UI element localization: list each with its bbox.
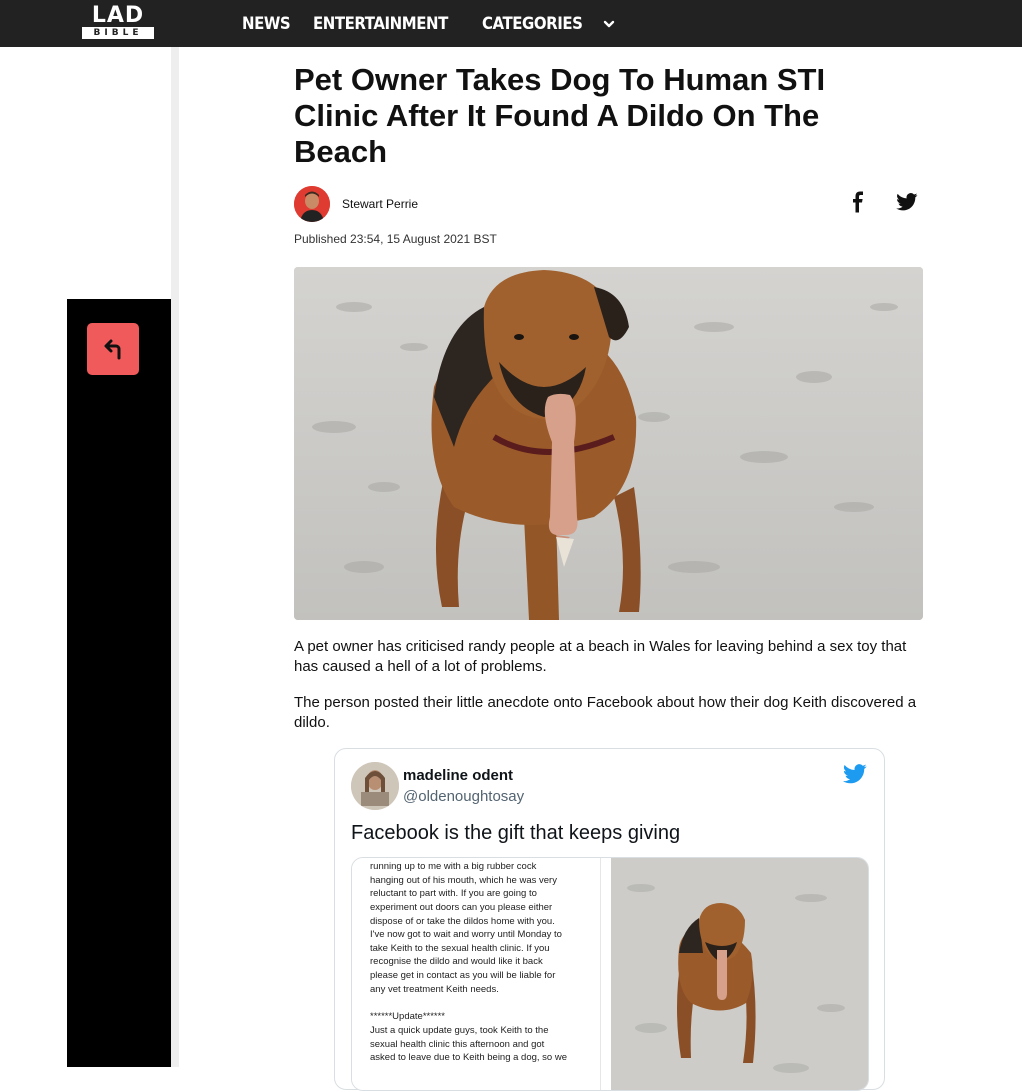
facebook-post-screenshot: running up to me with a big rubber cock …: [352, 858, 601, 1090]
screenshot-line: recognise the dildo and would like it ba…: [370, 956, 543, 967]
screenshot-line: I've now got to wait and worry until Mon…: [370, 929, 562, 940]
screenshot-line: asked to leave due to Keith being a dog,…: [370, 1052, 567, 1063]
author-name[interactable]: Stewart Perrie: [342, 197, 418, 211]
tweet-author-name[interactable]: madeline odent: [403, 767, 513, 784]
main-nav: NEWS ENTERTAINMENT CATEGORIES: [242, 0, 616, 47]
screenshot-line: ******Update******: [370, 1011, 445, 1022]
screenshot-line: sexual health clinic this afternoon and …: [370, 1039, 545, 1050]
screenshot-line: running up to me with a big rubber cock: [370, 861, 537, 872]
screenshot-line: any vet treatment Keith needs.: [370, 984, 499, 995]
logo-text-top: LAD: [91, 3, 145, 28]
embedded-tweet[interactable]: madeline odent @oldenoughtosay Facebook …: [334, 748, 885, 1091]
tweet-author-handle[interactable]: @oldenoughtosay: [403, 788, 524, 805]
screenshot-line: take Keith to the sexual health clinic. …: [370, 943, 550, 954]
article-hero-image: [294, 267, 923, 620]
nav-categories-dropdown[interactable]: CATEGORIES: [482, 14, 616, 34]
nav-news-link[interactable]: NEWS: [242, 14, 291, 34]
nav-categories-link[interactable]: CATEGORIES: [482, 14, 583, 34]
logo-text-bottom: BIBLE: [82, 27, 154, 39]
tweet-media[interactable]: running up to me with a big rubber cock …: [351, 857, 869, 1091]
twitter-bird-icon[interactable]: [843, 764, 867, 784]
nav-entertainment-link[interactable]: ENTERTAINMENT: [313, 14, 448, 34]
article-paragraph-1: A pet owner has criticised randy people …: [294, 638, 907, 675]
tweet-dog-photo[interactable]: [611, 858, 868, 1090]
ladbible-logo[interactable]: LAD BIBLE: [82, 3, 154, 40]
chevron-down-icon: [604, 20, 615, 27]
article-paragraph-2: The person posted their little anecdote …: [294, 694, 917, 731]
screenshot-line: hanging out of his mouth, which he was v…: [370, 875, 557, 886]
author-avatar[interactable]: [294, 186, 330, 222]
article-headline: Pet Owner Takes Dog To Human STI Clinic …: [294, 62, 826, 169]
tweet-text: Facebook is the gift that keeps giving: [351, 822, 681, 844]
sidebar-panel: [67, 299, 171, 1067]
published-date: Published 23:54, 15 August 2021 BST: [294, 232, 497, 246]
tweet-author-avatar[interactable]: [351, 762, 399, 810]
screenshot-line: reluctant to part with. If you are going…: [370, 888, 537, 899]
facebook-icon[interactable]: [850, 191, 866, 213]
arrow-turn-up-left-icon: [104, 339, 121, 360]
sidebar-divider: [171, 47, 179, 1067]
twitter-icon[interactable]: [896, 193, 918, 211]
screenshot-line: please get in contact as you will be lia…: [370, 970, 556, 981]
screenshot-line: experiment out doors can you please eith…: [370, 902, 553, 913]
top-navigation-bar: LAD BIBLE NEWS ENTERTAINMENT CATEGORIES: [0, 0, 1022, 47]
back-button[interactable]: [87, 323, 139, 375]
screenshot-line: dispose of or take the dildos home with …: [370, 916, 555, 927]
screenshot-line: Just a quick update guys, took Keith to …: [370, 1025, 549, 1036]
